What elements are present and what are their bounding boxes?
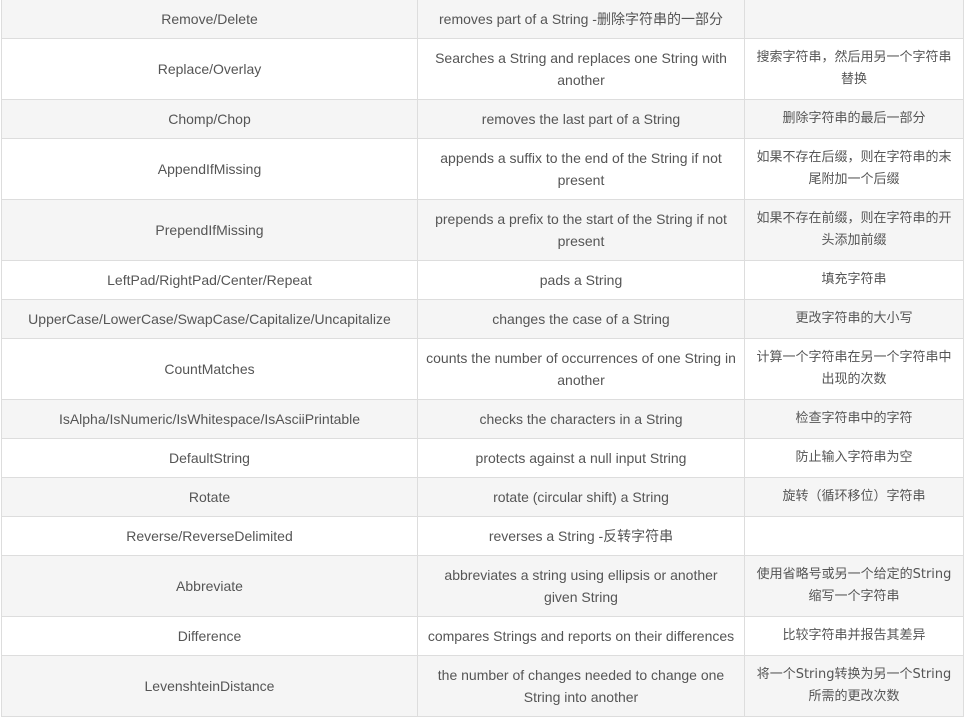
description-cell: reverses a String -反转字符串 <box>417 516 745 556</box>
table-row: LevenshteinDistance the number of change… <box>1 655 964 717</box>
method-cell: AppendIfMissing <box>1 138 418 200</box>
table-row: Remove/Delete removes part of a String -… <box>1 0 964 39</box>
table-row: AppendIfMissing appends a suffix to the … <box>1 138 964 200</box>
method-cell: IsAlpha/IsNumeric/IsWhitespace/IsAsciiPr… <box>1 399 418 439</box>
chinese-cell: 计算一个字符串在另一个字符串中出现的次数 <box>744 338 964 400</box>
chinese-cell: 更改字符串的大小写 <box>744 299 964 339</box>
chinese-cell <box>744 0 964 39</box>
table-row: UpperCase/LowerCase/SwapCase/Capitalize/… <box>1 299 964 339</box>
description-cell: abbreviates a string using ellipsis or a… <box>417 555 745 617</box>
table-row: IsAlpha/IsNumeric/IsWhitespace/IsAsciiPr… <box>1 399 964 439</box>
string-utils-table: Remove/Delete removes part of a String -… <box>1 0 964 717</box>
table-row: PrependIfMissing prepends a prefix to th… <box>1 199 964 261</box>
method-cell: DefaultString <box>1 438 418 478</box>
method-cell: CountMatches <box>1 338 418 400</box>
chinese-cell: 搜索字符串，然后用另一个字符串替换 <box>744 38 964 100</box>
method-cell: LevenshteinDistance <box>1 655 418 717</box>
description-cell: removes part of a String -删除字符串的一部分 <box>417 0 745 39</box>
chinese-cell: 使用省略号或另一个给定的String缩写一个字符串 <box>744 555 964 617</box>
table-row: Abbreviate abbreviates a string using el… <box>1 555 964 617</box>
table-row: LeftPad/RightPad/Center/Repeat pads a St… <box>1 260 964 300</box>
description-cell: appends a suffix to the end of the Strin… <box>417 138 745 200</box>
table-row: Reverse/ReverseDelimited reverses a Stri… <box>1 516 964 556</box>
chinese-cell: 比较字符串并报告其差异 <box>744 616 964 656</box>
method-cell: LeftPad/RightPad/Center/Repeat <box>1 260 418 300</box>
method-cell: Abbreviate <box>1 555 418 617</box>
method-cell: PrependIfMissing <box>1 199 418 261</box>
method-cell: Chomp/Chop <box>1 99 418 139</box>
chinese-cell: 检查字符串中的字符 <box>744 399 964 439</box>
description-cell: the number of changes needed to change o… <box>417 655 745 717</box>
description-cell: pads a String <box>417 260 745 300</box>
table-row: Replace/Overlay Searches a String and re… <box>1 38 964 100</box>
description-cell: removes the last part of a String <box>417 99 745 139</box>
description-cell: prepends a prefix to the start of the St… <box>417 199 745 261</box>
chinese-cell: 旋转（循环移位）字符串 <box>744 477 964 517</box>
description-cell: rotate (circular shift) a String <box>417 477 745 517</box>
method-cell: Remove/Delete <box>1 0 418 39</box>
chinese-cell: 删除字符串的最后一部分 <box>744 99 964 139</box>
description-cell: changes the case of a String <box>417 299 745 339</box>
chinese-cell: 如果不存在前缀，则在字符串的开头添加前缀 <box>744 199 964 261</box>
table-row: Chomp/Chop removes the last part of a St… <box>1 99 964 139</box>
description-cell: checks the characters in a String <box>417 399 745 439</box>
table-row: Difference compares Strings and reports … <box>1 616 964 656</box>
chinese-cell: 将一个String转换为另一个String所需的更改次数 <box>744 655 964 717</box>
method-cell: Reverse/ReverseDelimited <box>1 516 418 556</box>
method-cell: Rotate <box>1 477 418 517</box>
description-cell: counts the number of occurrences of one … <box>417 338 745 400</box>
description-cell: compares Strings and reports on their di… <box>417 616 745 656</box>
method-cell: Difference <box>1 616 418 656</box>
method-cell: Replace/Overlay <box>1 38 418 100</box>
table-row: CountMatches counts the number of occurr… <box>1 338 964 400</box>
description-cell: protects against a null input String <box>417 438 745 478</box>
method-cell: UpperCase/LowerCase/SwapCase/Capitalize/… <box>1 299 418 339</box>
chinese-cell: 如果不存在后缀，则在字符串的末尾附加一个后缀 <box>744 138 964 200</box>
chinese-cell: 填充字符串 <box>744 260 964 300</box>
chinese-cell <box>744 516 964 556</box>
table-row: Rotate rotate (circular shift) a String … <box>1 477 964 517</box>
table-row: DefaultString protects against a null in… <box>1 438 964 478</box>
chinese-cell: 防止输入字符串为空 <box>744 438 964 478</box>
description-cell: Searches a String and replaces one Strin… <box>417 38 745 100</box>
